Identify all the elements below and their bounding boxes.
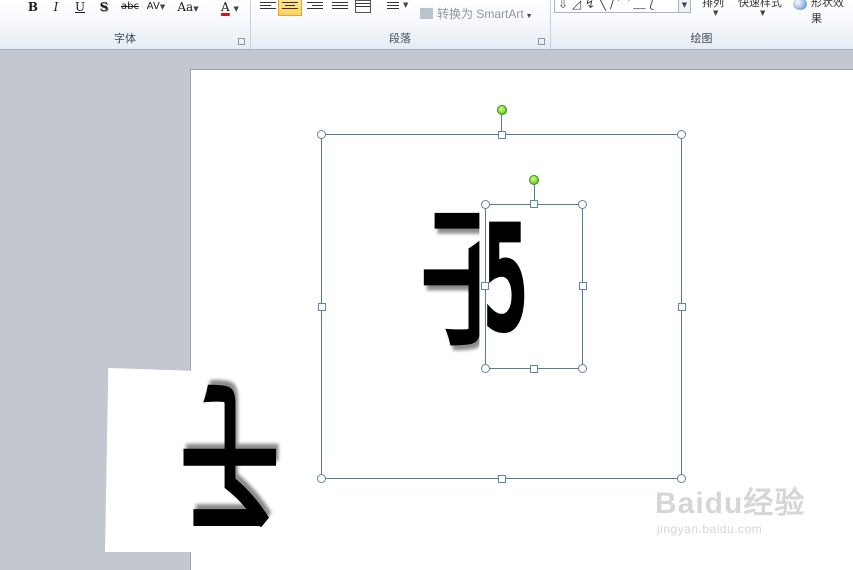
chevron-down-icon: ▼ <box>193 5 199 13</box>
smartart-icon <box>420 8 433 19</box>
convert-smartart-label: 转换为 SmartArt <box>437 7 524 21</box>
align-right-icon[interactable] <box>307 0 323 13</box>
font-color-button[interactable]: A ▼ <box>215 0 245 14</box>
bold-button[interactable]: B <box>26 0 40 14</box>
shapes-gallery[interactable]: ⇩ ◿ ↯ ╲ ∕ ⌒ ﹏ ⟅ <box>554 0 684 13</box>
character-spacing-label: AV <box>146 1 160 12</box>
outer-handle-right[interactable] <box>678 303 686 311</box>
ribbon: B I U S abc AV▼ Aa▼ A ▼ 字体 ▼ 转换为 SmartAr… <box>0 0 853 50</box>
justify-icon[interactable] <box>332 0 348 13</box>
outer-handle-left[interactable] <box>318 303 326 311</box>
align-left-icon[interactable] <box>260 0 276 13</box>
strikethrough-button[interactable]: abc <box>119 0 141 14</box>
chevron-down-icon: ▼ <box>233 5 239 13</box>
text-shadow-button[interactable]: S <box>97 0 111 14</box>
drawing-group: ⇩ ◿ ↯ ╲ ∕ ⌒ ﹏ ⟅ ▼ 排列 ▼ 快速样式 ▼ 形状效果 绘图 <box>550 0 853 49</box>
font-group-label: 字体 <box>114 32 136 45</box>
shape-effects-icon <box>793 0 807 10</box>
outer-rotate-handle[interactable] <box>497 105 507 115</box>
change-case-label: Aa <box>177 0 194 14</box>
chevron-down-icon[interactable]: ▼ <box>403 1 408 9</box>
paragraph-group: ▼ 转换为 SmartArt ▼ 段落 <box>250 0 551 49</box>
watermark-url: jingyan.baidu.com <box>657 522 763 536</box>
chevron-down-icon: ▼ <box>523 13 533 20</box>
convert-smartart-button[interactable]: 转换为 SmartArt ▼ <box>420 5 533 22</box>
inner-rotate-handle[interactable] <box>529 175 539 185</box>
chevron-down-icon: ▼ <box>760 9 766 17</box>
character-spacing-button[interactable]: AV▼ <box>144 0 168 14</box>
distribute-icon[interactable] <box>355 0 371 13</box>
inner-selection-box[interactable] <box>485 204 583 369</box>
align-center-icon[interactable] <box>282 0 298 13</box>
underline-button[interactable]: U <box>73 0 87 14</box>
inner-handle-bottom-left[interactable] <box>481 364 490 373</box>
watermark: Baidu经验 jingyan.baidu.com <box>655 478 805 536</box>
inner-handle-top-left[interactable] <box>481 200 490 209</box>
font-color-label: A <box>221 0 230 14</box>
shape-effects-button[interactable]: 形状效果 <box>811 0 853 26</box>
outer-handle-top[interactable] <box>498 131 506 139</box>
inner-handle-right[interactable] <box>579 282 587 290</box>
font-dialog-launcher-icon[interactable] <box>238 38 245 45</box>
chevron-down-icon: ▼ <box>713 9 719 17</box>
inner-handle-bottom[interactable] <box>530 365 538 373</box>
outer-handle-bottom[interactable] <box>498 475 506 483</box>
paragraph-group-label: 段落 <box>389 32 411 45</box>
drawing-group-label: 绘图 <box>690 32 713 45</box>
inner-handle-left[interactable] <box>481 282 489 290</box>
inner-handle-top-right[interactable] <box>578 200 587 209</box>
paragraph-dialog-launcher-icon[interactable] <box>538 38 545 45</box>
inner-handle-bottom-right[interactable] <box>578 364 587 373</box>
outer-handle-bottom-left[interactable] <box>317 474 326 483</box>
inner-handle-top[interactable] <box>530 200 538 208</box>
shapes-gallery-scroll[interactable]: ▼ <box>678 0 691 13</box>
outer-handle-top-left[interactable] <box>317 130 326 139</box>
watermark-logo: Baidu经验 <box>655 487 806 520</box>
font-group: B I U S abc AV▼ Aa▼ A ▼ 字体 <box>0 0 251 49</box>
outer-handle-top-right[interactable] <box>677 130 686 139</box>
scrap-glyph: 子 <box>180 362 280 549</box>
change-case-button[interactable]: Aa▼ <box>175 0 201 14</box>
italic-button[interactable]: I <box>49 0 63 14</box>
chevron-down-icon: ▼ <box>159 3 166 11</box>
columns-icon[interactable] <box>387 0 399 13</box>
